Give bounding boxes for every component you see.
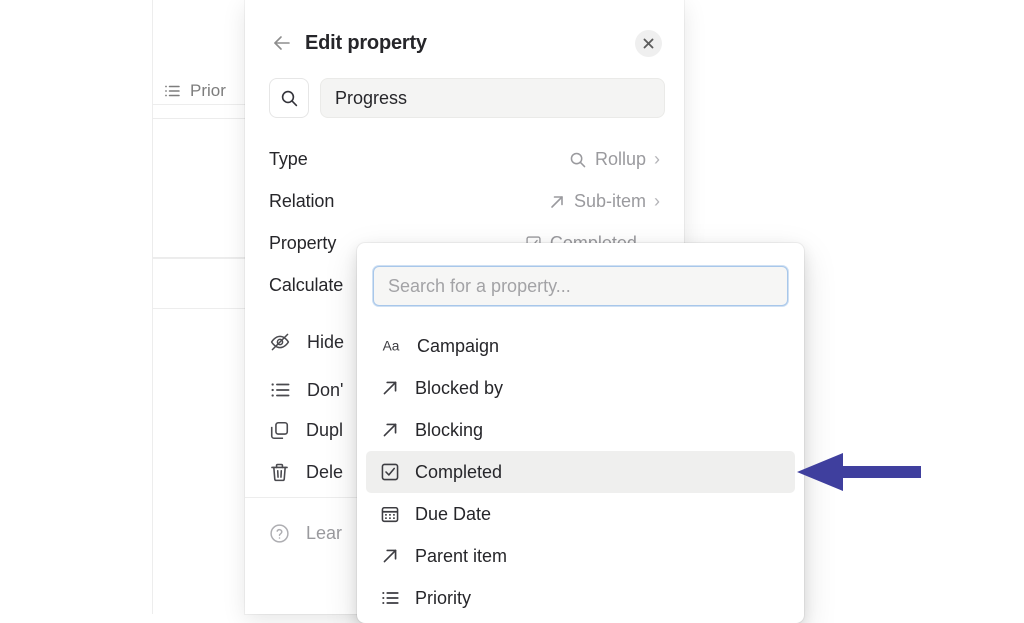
annotation-arrow-icon xyxy=(797,452,921,492)
list-item-label: Campaign xyxy=(417,336,499,357)
arrow-up-right-icon xyxy=(380,546,400,566)
config-label: Calculate xyxy=(269,275,343,296)
list-item-label: Completed xyxy=(415,462,502,483)
list-item-label: Priority xyxy=(415,588,471,609)
action-label: Don' xyxy=(307,380,343,401)
arrow-up-right-icon xyxy=(380,378,400,398)
list-item-blocking[interactable]: Blocking xyxy=(366,409,795,451)
duplicate-icon xyxy=(269,420,290,441)
config-label: Relation xyxy=(269,191,334,212)
list-item-priority[interactable]: Priority xyxy=(366,577,795,619)
list-icon xyxy=(380,588,400,608)
calendar-icon xyxy=(380,504,400,524)
action-label: Dele xyxy=(306,462,343,483)
config-label: Type xyxy=(269,149,308,170)
arrow-up-right-icon xyxy=(380,420,400,440)
list-item-campaign[interactable]: Aa Campaign xyxy=(366,325,795,367)
config-row-relation[interactable]: Relation Sub-item › xyxy=(269,185,660,218)
property-name-row: Progress xyxy=(269,78,665,118)
config-row-type[interactable]: Type Rollup › xyxy=(269,143,660,176)
chevron-right-icon: › xyxy=(654,191,660,212)
panel-header: Edit property xyxy=(245,22,684,64)
arrow-up-right-icon xyxy=(548,193,566,211)
eye-off-icon xyxy=(269,331,291,353)
search-icon xyxy=(569,151,587,169)
trash-icon xyxy=(269,462,290,483)
config-value-label: Sub-item xyxy=(574,191,646,212)
help-circle-icon xyxy=(269,523,290,544)
list-icon xyxy=(163,82,181,100)
list-item-label: Parent item xyxy=(415,546,507,567)
text-aa-icon: Aa xyxy=(380,336,402,356)
list-item-due-date[interactable]: Due Date xyxy=(366,493,795,535)
list-item-label: Blocked by xyxy=(415,378,503,399)
table-column-header-priority[interactable]: Prior xyxy=(163,78,226,104)
list-item-parent-item[interactable]: Parent item xyxy=(366,535,795,577)
page-title: Edit property xyxy=(305,32,427,55)
config-value: Rollup › xyxy=(569,149,660,170)
learn-more-label: Lear xyxy=(306,523,342,544)
action-label: Dupl xyxy=(306,420,343,441)
list-item-label: Blocking xyxy=(415,420,483,441)
search-icon[interactable] xyxy=(269,78,309,118)
config-label: Property xyxy=(269,233,336,254)
list-item-label: Due Date xyxy=(415,504,491,525)
property-picker-dropdown: Search for a property... Aa Campaign Blo… xyxy=(357,243,804,623)
checkbox-checked-icon xyxy=(380,462,400,482)
action-label: Hide xyxy=(307,332,344,353)
table-column-header-label: Prior xyxy=(190,81,226,101)
arrow-left-icon[interactable] xyxy=(269,30,295,56)
property-list: Aa Campaign Blocked by Blocking xyxy=(357,325,804,619)
search-input[interactable]: Search for a property... xyxy=(373,266,788,306)
chevron-right-icon: › xyxy=(654,149,660,170)
svg-text:Aa: Aa xyxy=(383,339,400,354)
config-value-label: Rollup xyxy=(595,149,646,170)
list-icon xyxy=(269,379,291,401)
list-item-blocked-by[interactable]: Blocked by xyxy=(366,367,795,409)
config-value: Sub-item › xyxy=(548,191,660,212)
close-icon[interactable] xyxy=(635,30,662,57)
table-column-divider xyxy=(152,0,153,614)
property-name-input[interactable]: Progress xyxy=(320,78,665,118)
list-item-completed[interactable]: Completed xyxy=(366,451,795,493)
